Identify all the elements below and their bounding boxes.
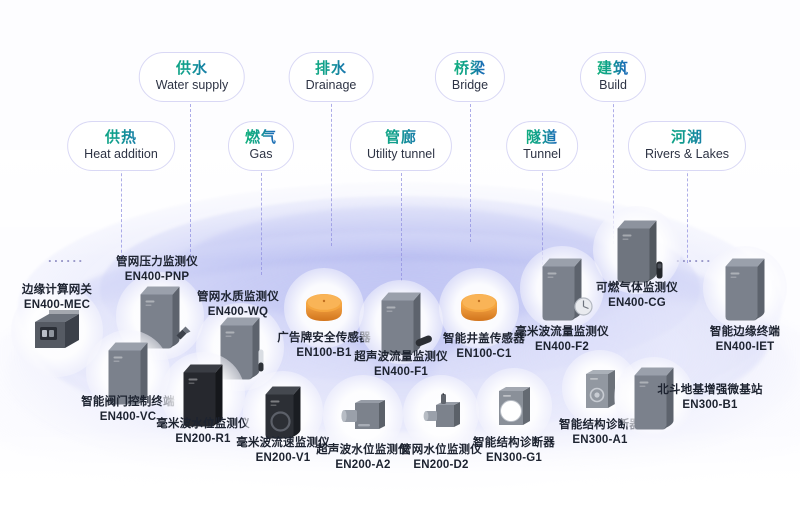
device-name: 北斗地基增强微基站 (657, 384, 763, 396)
category-label-cn: 燃气 (244, 129, 278, 146)
device-model: EN400-CG (608, 297, 666, 310)
category-pill-bridge[interactable]: 桥梁 Bridge (434, 52, 506, 102)
connector-line-3 (613, 94, 614, 244)
device-name: 智能结构诊断器 (559, 419, 641, 431)
category-label-cn: 供热 (84, 129, 158, 146)
category-label-en: Gas (249, 147, 273, 162)
device-name: 毫米波流量监测仪 (515, 326, 609, 338)
category-label-cn: 河湖 (645, 129, 729, 146)
category-label-en: Utility tunnel (366, 147, 436, 162)
category-label-en: Water supply (155, 78, 229, 93)
category-label-cn: 建筑 (596, 60, 630, 77)
device-icon-puck-orange (457, 291, 501, 325)
ellipsis-right: ...... (676, 250, 713, 265)
device-name: 毫米波水位监测仪 (156, 418, 250, 430)
category-pill-water-supply[interactable]: 供水 Water supply (138, 52, 246, 102)
device-name: 可燃气体监测仪 (596, 282, 678, 294)
device-model: EN300-G1 (486, 452, 542, 465)
device-name: 智能井盖传感器 (443, 333, 525, 345)
category-label-cn: 管廊 (367, 129, 435, 146)
device-caption: 北斗地基增强微基站 EN300-B1 (657, 383, 762, 413)
device-caption: 可燃气体监测仪 EN400-CG (596, 281, 678, 311)
device-name: 边缘计算网关 (21, 284, 93, 296)
device-icon-cube-gateway (31, 308, 83, 354)
device-model: EN400-PNP (124, 271, 190, 284)
device-model: EN100-C1 (456, 348, 512, 361)
device-name: 管网压力监测仪 (116, 256, 198, 268)
device-name: 智能结构诊断器 (473, 437, 555, 449)
device-icon-tower-dark-round (264, 384, 303, 439)
category-label-en: Tunnel (523, 147, 561, 162)
device-model: EN400-F1 (373, 366, 429, 379)
device-name: 管网水位监测仪 (400, 444, 482, 456)
device-icon-ring-sensor (493, 383, 535, 429)
device-name: 广告牌安全传感器 (277, 332, 371, 344)
category-pill-build[interactable]: 建筑 Build (579, 52, 647, 102)
category-label-en: Rivers & Lakes (644, 147, 730, 162)
category-label-en: Drainage (305, 78, 357, 93)
device-name: 智能边缘终端 (709, 326, 781, 338)
device-icon-tower-gray (724, 256, 767, 321)
connector-line-6 (401, 163, 402, 281)
device-icon-puck-orange (302, 291, 346, 325)
device-caption: 管网压力监测仪 EN400-PNP (116, 255, 198, 285)
device-caption: 毫米波流量监测仪 EN400-F2 (515, 325, 609, 355)
device-name: 智能阀门控制终端 (81, 396, 175, 408)
category-label-en: Bridge (451, 78, 489, 93)
connector-line-5 (261, 163, 262, 275)
category-pill-rivers-lakes[interactable]: 河湖 Rivers & Lakes (627, 121, 747, 171)
category-pill-gas[interactable]: 燃气 Gas (227, 121, 295, 171)
connector-line-8 (687, 163, 688, 263)
device-model: EN400-WQ (207, 306, 269, 319)
category-label-cn: 桥梁 (452, 60, 488, 77)
device-caption: 智能边缘终端 EN400-IET (710, 325, 780, 355)
connector-line-4 (121, 163, 122, 263)
device-model: EN400-IET (715, 341, 775, 354)
device-icon-tower-gray-dial (541, 256, 593, 321)
device-caption: 智能结构诊断器 EN300-G1 (473, 436, 555, 466)
device-model: EN200-A2 (335, 459, 391, 472)
device-icon-tower-gray-probe (219, 315, 264, 380)
connector-line-0 (190, 94, 191, 262)
device-icon-pad-sensor (580, 364, 620, 412)
device-model: EN300-B1 (682, 399, 738, 412)
device-name: 超声波水位监测仪 (316, 444, 410, 456)
device-caption: 智能井盖传感器 EN100-C1 (443, 332, 525, 362)
device-icon-radar-box (339, 397, 387, 433)
device-icon-radar-box-small (420, 392, 462, 433)
device-name: 管网水质监测仪 (197, 291, 279, 303)
category-label-en: Build (599, 78, 627, 93)
diagram-canvas: ...... ...... 边缘计算网关 EN400-MEC 管网压力监测仪 E… (0, 0, 800, 511)
category-pill-drainage[interactable]: 排水 Drainage (288, 52, 374, 102)
device-icon-tower-gray-stick (616, 218, 663, 283)
device-caption: 边缘计算网关 EN400-MEC (22, 283, 92, 313)
ellipsis-left: ...... (48, 250, 85, 265)
device-caption: 智能结构诊断器 EN300-A1 (559, 418, 641, 448)
device-name: 超声波流量监测仪 (354, 351, 448, 363)
category-pill-tunnel[interactable]: 隧道 Tunnel (506, 121, 578, 171)
device-model: EN300-A1 (572, 434, 628, 447)
category-label-cn: 排水 (306, 60, 357, 77)
category-label-cn: 供水 (156, 60, 228, 77)
device-caption: 管网水位监测仪 EN200-D2 (400, 443, 482, 473)
device-caption: 超声波水位监测仪 EN200-A2 (316, 443, 410, 473)
connector-line-1 (331, 94, 332, 246)
category-pill-heat-addition[interactable]: 供热 Heat addition (67, 121, 175, 171)
device-caption: 超声波流量监测仪 EN400-F1 (354, 350, 448, 380)
device-model: EN400-MEC (23, 299, 91, 312)
category-pill-utility-tunnel[interactable]: 管廊 Utility tunnel (349, 121, 453, 171)
connector-line-2 (470, 94, 471, 242)
device-model: EN400-F2 (534, 341, 590, 354)
category-label-en: Heat addition (84, 147, 158, 162)
device-model: EN200-D2 (413, 459, 469, 472)
device-caption: 管网水质监测仪 EN400-WQ (197, 290, 279, 320)
category-label-cn: 隧道 (523, 129, 561, 146)
device-icon-tower-gray-clip (380, 290, 432, 355)
